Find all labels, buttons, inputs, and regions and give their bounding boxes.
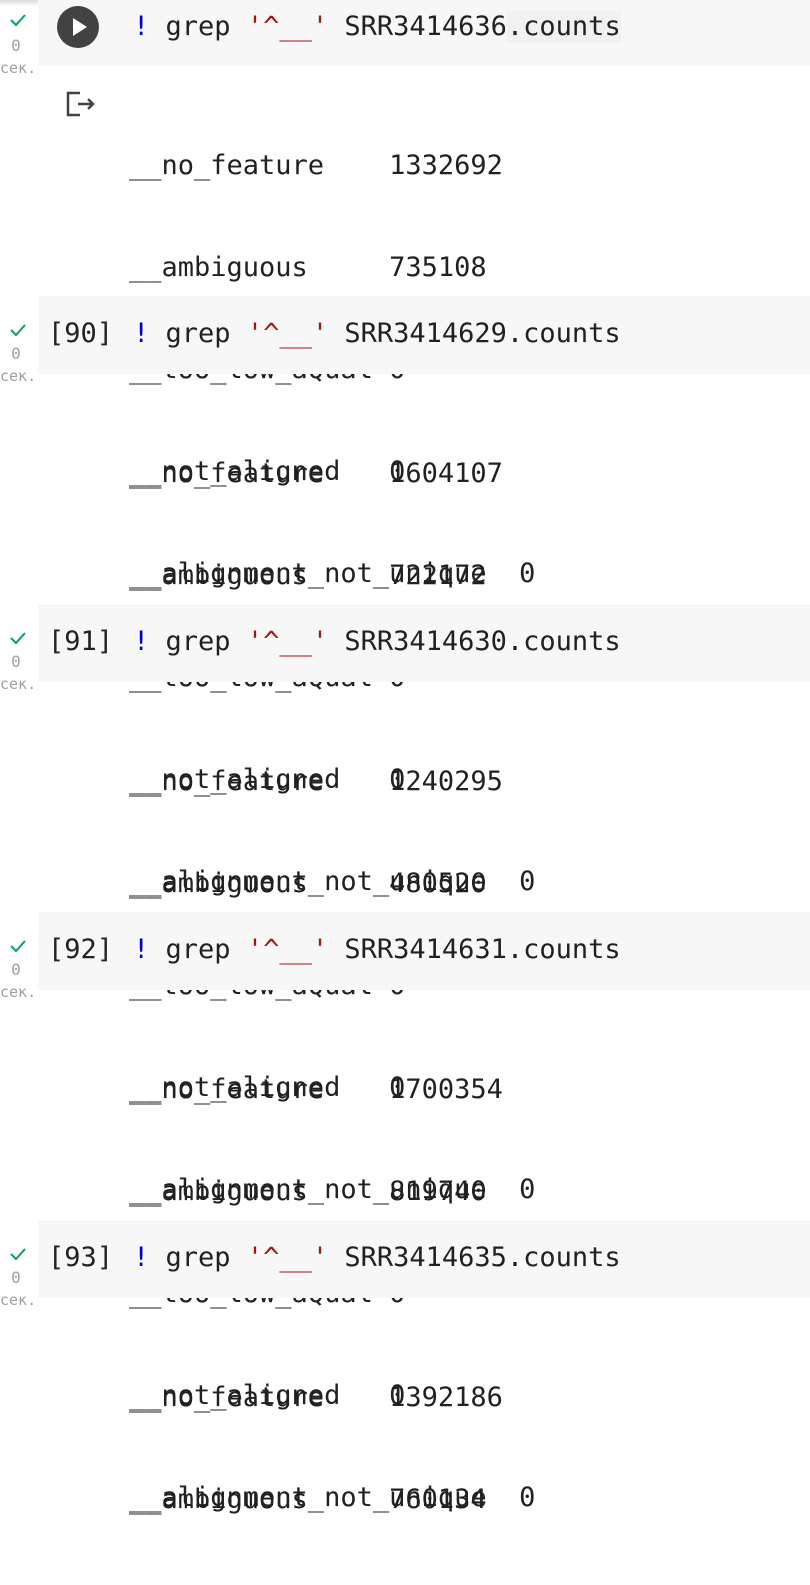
cell-code[interactable]: ! grep '^__' SRR3414635.counts (133, 1241, 621, 1275)
output-key: __no_feature (129, 1074, 325, 1105)
code-filename: SRR3414635.counts (328, 1242, 621, 1273)
output-key: __no_feature (129, 150, 325, 181)
output-line: __no_feature 1332692 (129, 149, 535, 183)
code-filename: SRR3414636 (328, 11, 507, 42)
output-value: 1604107 (389, 458, 503, 489)
output-line: __ambiguous 722172 (129, 559, 535, 593)
output-line: __ambiguous 760134 (129, 1483, 503, 1517)
execution-count: [91] (48, 626, 114, 657)
success-check-icon (10, 14, 26, 27)
output-line: __ambiguous 819740 (129, 1175, 535, 1209)
success-check-icon (10, 940, 26, 953)
code-bang: ! (133, 934, 150, 965)
execution-time-unit: сек. (0, 983, 37, 1001)
code-command: grep (149, 318, 247, 349)
output-line: __no_feature 1392186 (129, 1381, 503, 1415)
execution-time-unit: сек. (0, 1291, 37, 1309)
success-check-icon (10, 324, 26, 337)
output-value: 480520 (389, 868, 487, 899)
execution-time: 0 (11, 36, 21, 55)
code-bang: ! (133, 626, 150, 657)
code-bang: ! (133, 11, 150, 42)
code-bang: ! (133, 1242, 150, 1273)
output-key: __ambiguous (129, 252, 308, 283)
execution-time: 0 (11, 1268, 21, 1287)
output-line: __ambiguous 735108 (129, 251, 535, 285)
execution-count: [92] (48, 934, 114, 965)
cell-code[interactable]: ! grep '^__' SRR3414629.counts (133, 317, 621, 351)
output-value: 1240295 (389, 766, 503, 797)
output-key: __no_feature (129, 458, 325, 489)
output-key: __ambiguous (129, 560, 308, 591)
output-line: __ambiguous 480520 (129, 867, 535, 901)
success-check-icon (10, 1248, 26, 1261)
output-line: __no_feature 1700354 (129, 1073, 535, 1107)
code-command: grep (149, 626, 247, 657)
output-value: 0 (519, 1482, 536, 1513)
cell-output: __no_feature 1392186 __ambiguous 760134 (129, 1313, 503, 1585)
code-pattern: '^__' (246, 1242, 329, 1273)
output-actions-icon[interactable] (65, 90, 99, 118)
execution-time-unit: сек. (0, 59, 37, 77)
execution-time-unit: сек. (0, 367, 37, 385)
execution-time: 0 (11, 652, 21, 671)
cell-code[interactable]: ! grep '^__' SRR3414631.counts (133, 933, 621, 967)
execution-count: [90] (48, 318, 114, 349)
output-line: __no_feature 1604107 (129, 457, 535, 491)
code-pattern: '^__' (246, 318, 329, 349)
output-line: __no_feature 1240295 (129, 765, 535, 799)
code-filename: SRR3414629.counts (328, 318, 621, 349)
code-command: grep (149, 1242, 247, 1273)
success-check-icon (10, 632, 26, 645)
execution-time: 0 (11, 344, 21, 363)
run-cell-button[interactable] (57, 6, 99, 48)
output-key: __no_feature (129, 766, 325, 797)
execution-count: [93] (48, 1242, 114, 1273)
cell-code[interactable]: ! grep '^__' SRR3414630.counts (133, 625, 621, 659)
code-command: grep (149, 934, 247, 965)
code-filename: SRR3414630.counts (328, 626, 621, 657)
code-bang: ! (133, 318, 150, 349)
cell-code[interactable]: ! grep '^__' SRR3414636.counts (133, 10, 621, 44)
execution-time: 0 (11, 960, 21, 979)
code-pattern: '^__' (246, 626, 329, 657)
output-value: 1332692 (389, 150, 503, 181)
output-key: __ambiguous (129, 1484, 308, 1515)
code-pattern: '^__' (246, 11, 329, 42)
output-value: 760134 (389, 1484, 487, 1515)
output-value: 1700354 (389, 1074, 503, 1105)
output-value: 1392186 (389, 1382, 503, 1413)
output-value: 722172 (389, 560, 487, 591)
code-command: grep (149, 11, 247, 42)
output-key: __ambiguous (129, 868, 308, 899)
code-pattern: '^__' (246, 934, 329, 965)
execution-time-unit: сек. (0, 675, 37, 693)
output-value: 819740 (389, 1176, 487, 1207)
code-filename-highlight: .counts (506, 11, 621, 42)
output-key: __ambiguous (129, 1176, 308, 1207)
code-filename: SRR3414631.counts (328, 934, 621, 965)
output-key: __no_feature (129, 1382, 325, 1413)
output-value: 735108 (389, 252, 487, 283)
